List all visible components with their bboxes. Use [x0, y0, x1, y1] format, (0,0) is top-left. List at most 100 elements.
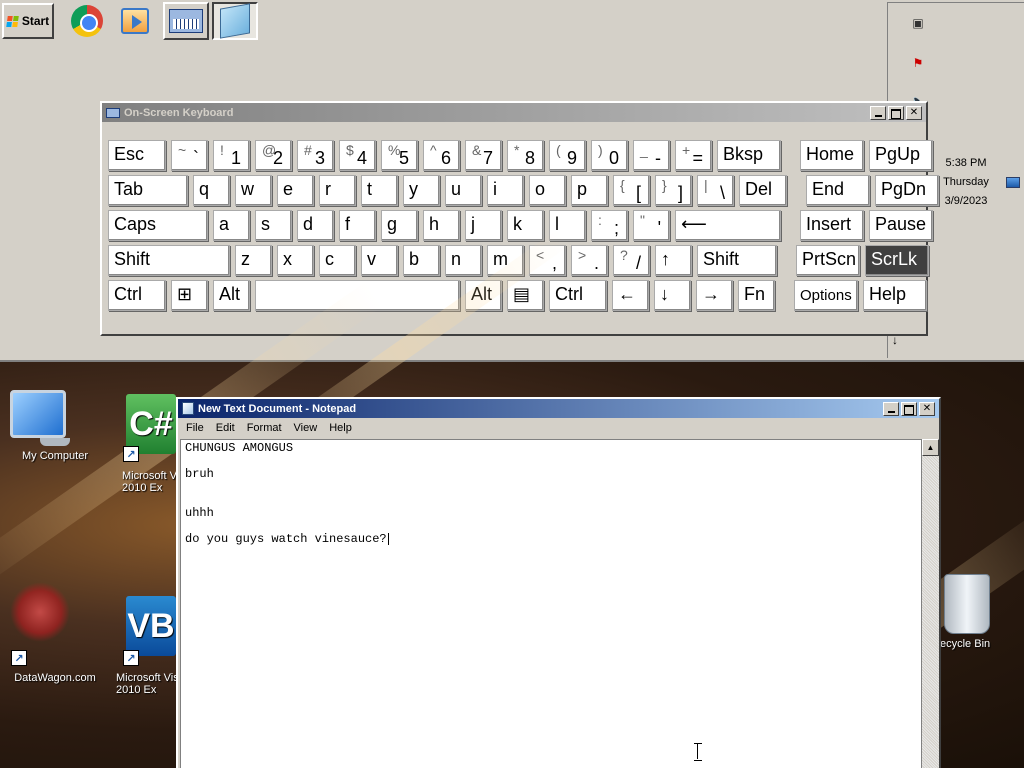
- desktop-icon-my-computer[interactable]: My Computer: [10, 390, 100, 462]
- key-u[interactable]: u: [445, 175, 482, 206]
- key-caps[interactable]: Caps: [108, 210, 208, 241]
- key-b[interactable]: b: [403, 245, 440, 276]
- close-button[interactable]: ✕: [919, 401, 935, 416]
- maximize-button[interactable]: [888, 105, 904, 120]
- key-shift[interactable]: Shift: [108, 245, 230, 276]
- scroll-up-arrow-icon[interactable]: ▲: [922, 439, 939, 456]
- key-ctrl[interactable]: Ctrl: [549, 280, 607, 311]
- key-pause[interactable]: Pause: [869, 210, 933, 241]
- osk-titlebar[interactable]: On-Screen Keyboard ✕: [102, 103, 926, 122]
- notepad-text-area[interactable]: CHUNGUS AMONGUS bruh uhhh do you guys wa…: [180, 439, 922, 768]
- key-h[interactable]: h: [423, 210, 460, 241]
- key-tab[interactable]: Tab: [108, 175, 188, 206]
- key-end[interactable]: End: [806, 175, 870, 206]
- key-sym10[interactable]: :;: [591, 210, 628, 241]
- key-sym11[interactable]: " ': [633, 210, 670, 241]
- key-pgdn[interactable]: PgDn: [875, 175, 939, 206]
- minimize-button[interactable]: [883, 401, 899, 416]
- key-sym1[interactable]: ⊞: [171, 280, 208, 311]
- key-alt[interactable]: Alt: [213, 280, 250, 311]
- key-t[interactable]: t: [361, 175, 398, 206]
- key-sym10[interactable]: ? /: [613, 245, 650, 276]
- key-2[interactable]: @2: [255, 140, 292, 171]
- key-y[interactable]: y: [403, 175, 440, 206]
- start-button[interactable]: Start: [2, 3, 54, 39]
- key-4[interactable]: $4: [339, 140, 376, 171]
- key-esc[interactable]: Esc: [108, 140, 166, 171]
- key-del[interactable]: Del: [739, 175, 787, 206]
- key-e[interactable]: e: [277, 175, 314, 206]
- key-insert[interactable]: Insert: [800, 210, 864, 241]
- media-player-launch-button[interactable]: [112, 2, 158, 40]
- key-z[interactable]: z: [235, 245, 272, 276]
- key-help[interactable]: Help: [863, 280, 927, 311]
- key-0[interactable]: ) 0: [591, 140, 628, 171]
- key-8[interactable]: * 8: [507, 140, 544, 171]
- key-o[interactable]: o: [529, 175, 566, 206]
- flag-icon[interactable]: ⚑: [910, 55, 926, 71]
- display-icon[interactable]: [1006, 177, 1020, 188]
- key-sym13[interactable]: | \: [697, 175, 734, 206]
- close-button[interactable]: ✕: [906, 105, 922, 120]
- osk-taskbar-button[interactable]: [163, 2, 209, 40]
- key-1[interactable]: ! 1: [213, 140, 250, 171]
- key-sym11[interactable]: {[: [613, 175, 650, 206]
- key-sym12[interactable]: _ -: [633, 140, 670, 171]
- maximize-button[interactable]: [901, 401, 917, 416]
- key-fn[interactable]: Fn: [738, 280, 775, 311]
- chrome-launch-button[interactable]: [64, 2, 110, 40]
- key-q[interactable]: q: [193, 175, 230, 206]
- key-sym1[interactable]: ~ `: [171, 140, 208, 171]
- menu-view[interactable]: View: [288, 422, 324, 434]
- key-i[interactable]: i: [487, 175, 524, 206]
- key-6[interactable]: ^ 6: [423, 140, 460, 171]
- key-s[interactable]: s: [255, 210, 292, 241]
- minimize-button[interactable]: [870, 105, 886, 120]
- key-5[interactable]: % 5: [381, 140, 418, 171]
- menu-file[interactable]: File: [180, 422, 210, 434]
- key-sym7[interactable]: ←: [612, 280, 649, 311]
- key-v[interactable]: v: [361, 245, 398, 276]
- desktop-icon-recycle-bin[interactable]: ecycle Bin: [936, 574, 1024, 650]
- notepad-taskbar-button[interactable]: [212, 2, 258, 40]
- key-d[interactable]: d: [297, 210, 334, 241]
- key-options[interactable]: Options: [794, 280, 858, 311]
- key-p[interactable]: p: [571, 175, 608, 206]
- key-j[interactable]: j: [465, 210, 502, 241]
- key-a[interactable]: a: [213, 210, 250, 241]
- menu-help[interactable]: Help: [323, 422, 358, 434]
- text-line: uhhh: [185, 506, 214, 520]
- key-sym9[interactable]: >.: [571, 245, 608, 276]
- key-bksp[interactable]: Bksp: [717, 140, 781, 171]
- menu-edit[interactable]: Edit: [210, 422, 241, 434]
- key-pgup[interactable]: PgUp: [869, 140, 933, 171]
- key-x[interactable]: x: [277, 245, 314, 276]
- key-3[interactable]: #3: [297, 140, 334, 171]
- key-home[interactable]: Home: [800, 140, 864, 171]
- clock-time[interactable]: 5:38 PM: [936, 157, 996, 169]
- network-icon[interactable]: ▣: [910, 15, 926, 31]
- key-w[interactable]: w: [235, 175, 272, 206]
- key-sym9[interactable]: →: [696, 280, 733, 311]
- key-n[interactable]: n: [445, 245, 482, 276]
- key-shift[interactable]: Shift: [697, 245, 777, 276]
- key-f[interactable]: f: [339, 210, 376, 241]
- key-sym11[interactable]: ↑: [655, 245, 692, 276]
- key-prtscn[interactable]: PrtScn: [796, 245, 860, 276]
- notepad-titlebar[interactable]: New Text Document - Notepad ✕: [178, 399, 939, 418]
- key-sym8[interactable]: ↓: [654, 280, 691, 311]
- menu-format[interactable]: Format: [241, 422, 288, 434]
- key-7[interactable]: & 7: [465, 140, 502, 171]
- key-scrlk[interactable]: ScrLk: [865, 245, 929, 276]
- key-9[interactable]: (9: [549, 140, 586, 171]
- key-k[interactable]: k: [507, 210, 544, 241]
- key-c[interactable]: c: [319, 245, 356, 276]
- key-sym12[interactable]: ⟵: [675, 210, 781, 241]
- key-sym12[interactable]: }]: [655, 175, 692, 206]
- vertical-scrollbar[interactable]: ▲: [922, 439, 939, 768]
- key-ctrl[interactable]: Ctrl: [108, 280, 166, 311]
- key-r[interactable]: r: [319, 175, 356, 206]
- desktop-icon-datawagon[interactable]: DataWagon.com: [10, 582, 100, 684]
- key-g[interactable]: g: [381, 210, 418, 241]
- key-sym13[interactable]: + =: [675, 140, 712, 171]
